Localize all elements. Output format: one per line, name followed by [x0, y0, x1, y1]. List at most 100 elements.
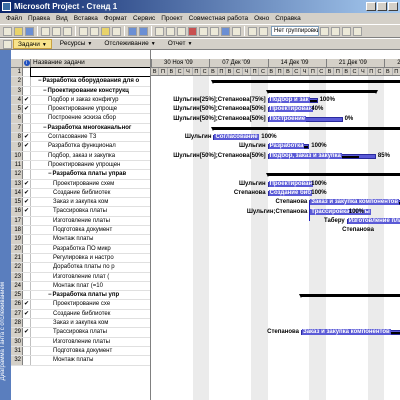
id-column-header[interactable] [11, 59, 23, 67]
task-name-cell[interactable]: Изготовление платы [31, 217, 150, 225]
row-id[interactable]: 23 [11, 272, 23, 281]
table-row[interactable]: 12 −Разработка платы управ [11, 170, 150, 180]
task-name-cell[interactable]: −Проектирование конструкц [31, 87, 150, 95]
table-row[interactable]: 4 ✔ Подбор и заказ конфигур [11, 95, 150, 106]
table-row[interactable]: 20 Разработка ПО микр [11, 244, 150, 254]
task-name-cell[interactable]: Создание библиотек [31, 189, 150, 197]
table-row[interactable]: 18 Подготовка документ [11, 226, 150, 236]
row-id[interactable]: 10 [11, 151, 23, 160]
row-id[interactable]: 6 [11, 114, 23, 123]
tracking-button[interactable]: Отслеживание ▼ [100, 39, 159, 49]
row-id[interactable]: 17 [11, 216, 23, 226]
indicators-column-header[interactable]: i [23, 59, 31, 67]
row-id[interactable]: 32 [11, 356, 23, 365]
row-id[interactable]: 30 [11, 337, 23, 346]
row-id[interactable]: 22 [11, 263, 23, 272]
task-name-cell[interactable]: Монтаж платы [31, 356, 150, 364]
close-button[interactable] [388, 2, 398, 11]
task-name-cell[interactable]: Подготовка документ [31, 226, 150, 234]
row-id[interactable]: 11 [11, 160, 23, 170]
report-button[interactable]: Отчет ▼ [164, 39, 197, 49]
print-icon[interactable] [41, 26, 50, 36]
collapse-icon[interactable]: − [48, 291, 52, 299]
row-id[interactable]: 1 [11, 68, 23, 77]
table-row[interactable]: 2 −Разработка оборудования для о [11, 77, 150, 87]
task-name-cell[interactable]: −Разработка многоканальног [31, 124, 150, 132]
task-name-cell[interactable]: Разработка функционал [31, 142, 150, 150]
table-row[interactable]: 8 ✔ Согласование ТЗ [11, 133, 150, 143]
resources-button[interactable]: Ресурсы ▼ [56, 39, 97, 49]
task-name-cell[interactable]: Трассировка платы [31, 328, 150, 336]
table-row[interactable]: 21 Регулировка и настро [11, 253, 150, 264]
row-id[interactable]: 16 [11, 207, 23, 216]
collapse-icon[interactable]: − [43, 124, 47, 132]
menu-item[interactable]: Сервис [130, 15, 158, 22]
name-column-header[interactable]: Название задачи [31, 59, 150, 67]
row-id[interactable]: 12 [11, 170, 23, 179]
table-row[interactable]: 11 Проектирование упрощен [11, 160, 150, 171]
new-icon[interactable] [3, 26, 12, 36]
format-painter-icon[interactable] [112, 26, 121, 36]
view-bar[interactable]: Диаграмма Ганта с отслеживанием [0, 50, 11, 400]
menu-item[interactable]: Правка [25, 15, 53, 22]
table-row[interactable]: 24 Монтаж плат (=10 [11, 281, 150, 292]
task-name-cell[interactable]: Трассировка платы [31, 207, 150, 215]
table-row[interactable]: 16 ✔ Трассировка платы [11, 207, 150, 217]
table-row[interactable]: 17 Изготовление платы [11, 216, 150, 227]
table-row[interactable]: 13 ✔ Проектирование схем [11, 179, 150, 189]
table-row[interactable]: 25 −Разработка платы упр [11, 291, 150, 301]
task-name-cell[interactable]: Доработка платы по р [31, 263, 150, 271]
task-name-cell[interactable]: −Разработка платы упр [31, 291, 150, 299]
unlink-tasks-icon[interactable] [177, 26, 186, 36]
task-name-cell[interactable]: Подбор и заказ конфигур [31, 96, 150, 104]
table-row[interactable]: 9 ✔ Разработка функционал [11, 142, 150, 152]
task-name-cell[interactable]: Заказ и закупка ком [31, 319, 150, 327]
assign-resources-icon[interactable] [221, 26, 230, 36]
row-id[interactable]: 15 [11, 198, 23, 207]
row-id[interactable]: 29 [11, 328, 23, 337]
cut-icon[interactable] [79, 26, 88, 36]
task-name-cell[interactable]: Проектирование схем [31, 180, 150, 188]
hyperlink-icon[interactable] [155, 26, 164, 36]
table-row[interactable]: 29 ✔ Трассировка платы [11, 328, 150, 338]
row-id[interactable]: 19 [11, 235, 23, 244]
table-row[interactable]: 32 Монтаж платы [11, 356, 150, 366]
minimize-button[interactable] [366, 2, 376, 11]
row-id[interactable]: 28 [11, 319, 23, 328]
row-id[interactable]: 7 [11, 123, 23, 133]
task-name-cell[interactable]: Проектирование схе [31, 300, 150, 308]
table-row[interactable]: 19 Монтаж платы [11, 235, 150, 245]
summary-bar[interactable] [265, 173, 400, 178]
publish-icon[interactable] [232, 26, 241, 36]
table-row[interactable]: 14 ✔ Создание библиотек [11, 188, 150, 199]
maximize-button[interactable] [377, 2, 387, 11]
table-row[interactable]: 6 Построение эскиза сбор [11, 114, 150, 124]
row-id[interactable]: 20 [11, 244, 23, 253]
table-row[interactable]: 1 [11, 66, 150, 78]
undo-icon[interactable] [128, 26, 137, 36]
guide-icon[interactable] [3, 39, 12, 49]
menu-item[interactable]: Совместная работа [186, 15, 251, 22]
collapse-icon[interactable]: − [43, 87, 47, 95]
menu-item[interactable]: Формат [101, 15, 130, 22]
collapse-icon[interactable]: − [38, 77, 42, 85]
row-id[interactable]: 13 [11, 179, 23, 188]
copy-picture-icon[interactable] [248, 26, 257, 36]
collapse-icon[interactable]: − [48, 170, 52, 178]
task-name-cell[interactable]: −Разработка платы управ [31, 170, 150, 178]
row-id[interactable]: 2 [11, 77, 23, 86]
task-info-icon[interactable] [199, 26, 208, 36]
table-row[interactable]: 3 −Проектирование конструкц [11, 86, 150, 96]
row-id[interactable]: 31 [11, 346, 23, 356]
table-row[interactable]: 7 −Разработка многоканальног [11, 123, 150, 134]
task-name-cell[interactable]: −Разработка оборудования для о [31, 77, 150, 85]
table-row[interactable]: 31 Подготовка документ [11, 346, 150, 357]
table-row[interactable]: 10 Подбор, заказ и закупка [11, 151, 150, 161]
save-icon[interactable] [25, 26, 34, 36]
row-id[interactable]: 25 [11, 291, 23, 300]
zoom-in-icon[interactable] [320, 26, 329, 36]
task-name-cell[interactable]: Подбор, заказ и закупка [31, 152, 150, 160]
table-row[interactable]: 22 Доработка платы по р [11, 263, 150, 273]
row-id[interactable]: 3 [11, 86, 23, 95]
spell-icon[interactable] [63, 26, 72, 36]
